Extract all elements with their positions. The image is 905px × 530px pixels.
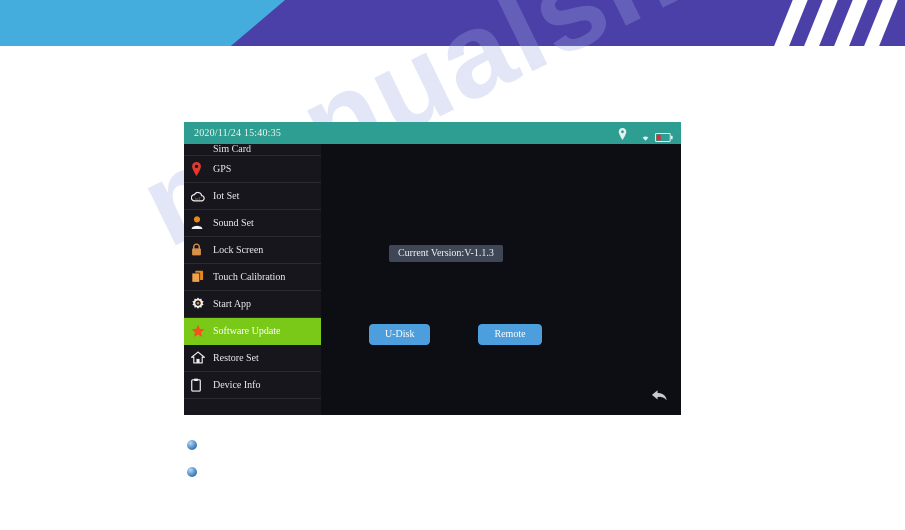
- device-body: Sim Card GPS IoT Iot Set Sound Set Lock …: [184, 144, 681, 415]
- sidebar-item-label: Restore Set: [213, 352, 259, 364]
- sidebar-item-software-update[interactable]: Software Update: [184, 318, 321, 345]
- status-datetime: 2020/11/24 15:40:35: [194, 127, 282, 139]
- bullet-marker-1: [187, 440, 197, 450]
- sidebar-item-label: Touch Calibration: [213, 271, 286, 283]
- gear-icon: [191, 297, 205, 311]
- sidebar-item-start-app[interactable]: Start App: [184, 291, 321, 318]
- sidebar-item-iot-set[interactable]: IoT Iot Set: [184, 183, 321, 210]
- sidebar-item-touch-calibration[interactable]: Touch Calibration: [184, 264, 321, 291]
- current-version-label: Current Version:V-1.1.3: [389, 245, 503, 262]
- person-icon: [191, 216, 205, 230]
- u-disk-button[interactable]: U-Disk: [369, 324, 431, 345]
- sidebar-item-label: GPS: [213, 163, 232, 175]
- battery-icon: [655, 129, 673, 143]
- svg-text:IoT: IoT: [195, 196, 201, 201]
- star-icon: [191, 324, 205, 338]
- cloud-iot-icon: IoT: [190, 189, 205, 203]
- bullet-marker-2: [187, 467, 197, 477]
- device-screenshot: 2020/11/24 15:40:35 Sim Card GPS IoT Iot…: [184, 122, 681, 415]
- remote-button[interactable]: Remote: [478, 324, 542, 345]
- sidebar-item-label: Iot Set: [213, 190, 240, 202]
- wifi-icon: [640, 129, 651, 141]
- lock-icon: [191, 243, 205, 257]
- update-source-buttons: U-Disk Remote: [369, 324, 542, 345]
- clipboard-icon: [191, 378, 205, 392]
- sidebar-item-sound-set[interactable]: Sound Set: [184, 210, 321, 237]
- sidebar-item-label: Sound Set: [213, 217, 254, 229]
- sidebar-item-sim-card[interactable]: Sim Card: [184, 144, 321, 156]
- location-pin-icon: [191, 162, 205, 176]
- sidebar-item-restore-set[interactable]: Restore Set: [184, 345, 321, 372]
- page-root: manualshive.com 2020/11/24 15:40:35: [0, 0, 905, 530]
- device-settings-sidebar: Sim Card GPS IoT Iot Set Sound Set Lock …: [184, 144, 321, 415]
- software-update-panel: Current Version:V-1.1.3 U-Disk Remote: [321, 144, 681, 415]
- sidebar-item-gps[interactable]: GPS: [184, 156, 321, 183]
- location-pin-icon: [618, 127, 627, 140]
- sidebar-item-label: Device Info: [213, 379, 261, 391]
- device-status-bar: 2020/11/24 15:40:35: [184, 122, 681, 144]
- sidebar-item-label: Lock Screen: [213, 244, 264, 256]
- page-header-banner: [0, 0, 905, 46]
- sidebar-item-label: Software Update: [213, 325, 281, 337]
- sidebar-item-label: Sim Card: [213, 144, 252, 155]
- sidebar-item-device-info[interactable]: Device Info: [184, 372, 321, 399]
- sidebar-item-lock-screen[interactable]: Lock Screen: [184, 237, 321, 264]
- sim-card-icon: [191, 144, 205, 155]
- layered-cards-icon: [191, 270, 205, 284]
- home-icon: [190, 351, 206, 365]
- sidebar-item-label: Start App: [213, 298, 252, 310]
- back-arrow-icon[interactable]: [650, 388, 668, 403]
